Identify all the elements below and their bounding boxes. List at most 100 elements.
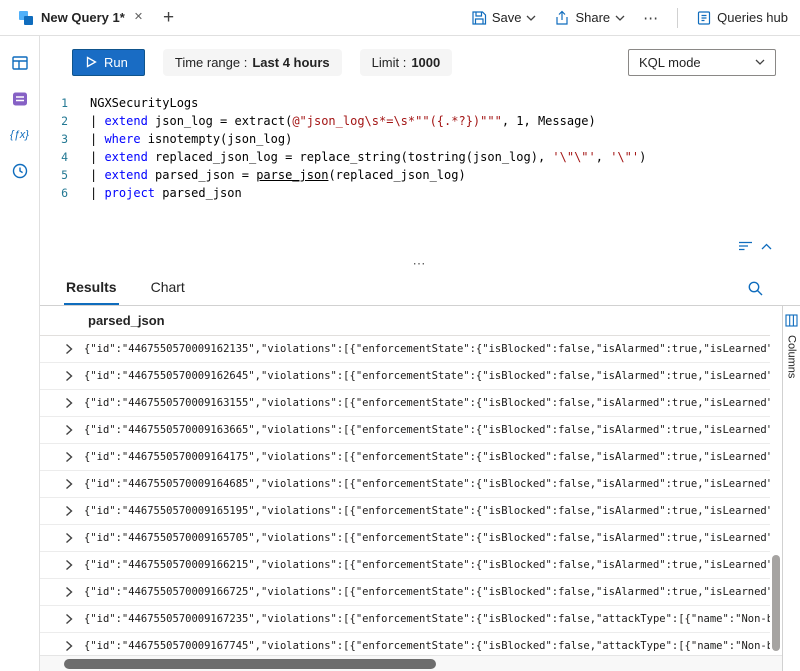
history-icon[interactable] bbox=[9, 160, 31, 182]
column-header-parsed-json[interactable]: parsed_json bbox=[88, 313, 165, 328]
functions-icon[interactable]: {ƒx} bbox=[9, 124, 31, 146]
row-json-value: {"id":"4467550570009162135","violations"… bbox=[84, 343, 770, 355]
time-range-picker[interactable]: Time range : Last 4 hours bbox=[163, 49, 342, 76]
line-number: 6 bbox=[40, 184, 68, 202]
query-tab-icon bbox=[18, 10, 34, 26]
query-editor[interactable]: 1 NGXSecurityLogs 2 | extend json_log = … bbox=[40, 84, 800, 236]
columns-icon bbox=[785, 314, 798, 327]
code-text: | extend replaced_json_log = replace_str… bbox=[68, 148, 646, 166]
share-button[interactable]: Share bbox=[554, 10, 625, 26]
table-row[interactable]: {"id":"4467550570009162645","violations"… bbox=[40, 363, 770, 390]
main-panel: Run Time range : Last 4 hours Limit : 10… bbox=[40, 36, 800, 671]
editor-lines: 1 NGXSecurityLogs 2 | extend json_log = … bbox=[40, 94, 800, 202]
line-number: 4 bbox=[40, 148, 68, 166]
row-json-value: {"id":"4467550570009165195","violations"… bbox=[84, 505, 770, 517]
expand-chevron-icon[interactable] bbox=[65, 640, 73, 652]
limit-value: 1000 bbox=[411, 55, 440, 70]
table-row[interactable]: {"id":"4467550570009163155","violations"… bbox=[40, 390, 770, 417]
queries-hub-button[interactable]: Queries hub bbox=[696, 10, 788, 26]
close-tab-icon[interactable]: ✕ bbox=[134, 12, 143, 23]
code-text: | project parsed_json bbox=[68, 184, 242, 202]
tab-title: New Query 1* bbox=[41, 10, 125, 25]
expand-chevron-icon[interactable] bbox=[65, 451, 73, 463]
app-body: {ƒx} Run Time range : Last 4 hours Limit… bbox=[0, 36, 800, 671]
line-number: 1 bbox=[40, 94, 68, 112]
divider bbox=[677, 8, 678, 28]
table-row[interactable]: {"id":"4467550570009163665","violations"… bbox=[40, 417, 770, 444]
play-icon bbox=[86, 56, 97, 68]
chevron-down-icon bbox=[755, 59, 765, 65]
left-rail: {ƒx} bbox=[0, 36, 40, 671]
code-line[interactable]: 4 | extend replaced_json_log = replace_s… bbox=[40, 148, 800, 166]
expand-chevron-icon[interactable] bbox=[65, 505, 73, 517]
time-range-label: Time range : bbox=[175, 55, 248, 70]
expand-chevron-icon[interactable] bbox=[65, 370, 73, 382]
code-line[interactable]: 6 | project parsed_json bbox=[40, 184, 800, 202]
expand-chevron-icon[interactable] bbox=[65, 559, 73, 571]
query-tab[interactable]: New Query 1* ✕ bbox=[8, 0, 153, 35]
expand-chevron-icon[interactable] bbox=[65, 532, 73, 544]
table-row[interactable]: {"id":"4467550570009166215","violations"… bbox=[40, 552, 770, 579]
code-line[interactable]: 1 NGXSecurityLogs bbox=[40, 94, 800, 112]
new-tab-button[interactable]: + bbox=[153, 7, 184, 29]
row-json-value: {"id":"4467550570009164175","violations"… bbox=[84, 451, 770, 463]
expand-chevron-icon[interactable] bbox=[65, 424, 73, 436]
collapse-editor-icon[interactable] bbox=[738, 239, 753, 253]
row-json-value: {"id":"4467550570009167235","violations"… bbox=[84, 613, 770, 625]
row-json-value: {"id":"4467550570009167745","violations"… bbox=[84, 640, 770, 652]
results-grid: {"id":"4467550570009162135","violations"… bbox=[40, 336, 770, 655]
more-options-button[interactable]: ⋯ bbox=[643, 9, 659, 27]
table-row[interactable]: {"id":"4467550570009165195","violations"… bbox=[40, 498, 770, 525]
save-icon bbox=[471, 10, 487, 26]
expand-chevron-icon[interactable] bbox=[65, 586, 73, 598]
header-actions: Save Share ⋯ Queries hub bbox=[471, 8, 800, 28]
expand-chevron-icon[interactable] bbox=[65, 613, 73, 625]
vertical-scrollbar[interactable] bbox=[770, 336, 782, 655]
limit-picker[interactable]: Limit : 1000 bbox=[360, 49, 453, 76]
code-text: | where isnotempty(json_log) bbox=[68, 130, 292, 148]
line-number: 2 bbox=[40, 112, 68, 130]
row-json-value: {"id":"4467550570009162645","violations"… bbox=[84, 370, 770, 382]
vertical-scrollbar-thumb[interactable] bbox=[772, 555, 780, 651]
tables-icon[interactable] bbox=[9, 52, 31, 74]
row-json-value: {"id":"4467550570009163665","violations"… bbox=[84, 424, 770, 436]
code-text: NGXSecurityLogs bbox=[68, 94, 198, 112]
table-row[interactable]: {"id":"4467550570009166725","violations"… bbox=[40, 579, 770, 606]
kql-mode-dropdown[interactable]: KQL mode bbox=[628, 49, 776, 76]
columns-pane-toggle[interactable]: Columns bbox=[782, 306, 800, 671]
column-header-row[interactable]: parsed_json bbox=[40, 306, 770, 336]
table-row[interactable]: {"id":"4467550570009162135","violations"… bbox=[40, 336, 770, 363]
table-row[interactable]: {"id":"4467550570009164685","violations"… bbox=[40, 471, 770, 498]
chevron-up-icon[interactable] bbox=[761, 243, 772, 250]
code-line[interactable]: 3 | where isnotempty(json_log) bbox=[40, 130, 800, 148]
horizontal-scrollbar-thumb[interactable] bbox=[64, 659, 436, 669]
horizontal-scrollbar[interactable] bbox=[40, 655, 782, 671]
data-connection-icon[interactable] bbox=[9, 88, 31, 110]
tab-chart[interactable]: Chart bbox=[149, 272, 187, 305]
row-json-value: {"id":"4467550570009165705","violations"… bbox=[84, 532, 770, 544]
run-button[interactable]: Run bbox=[72, 49, 145, 76]
panel-resize-handle[interactable]: ⋯ bbox=[40, 256, 800, 272]
tab-bar: New Query 1* ✕ + Save Share bbox=[0, 0, 800, 36]
row-json-value: {"id":"4467550570009163155","violations"… bbox=[84, 397, 770, 409]
code-line[interactable]: 5 | extend parsed_json = parse_json(repl… bbox=[40, 166, 800, 184]
search-icon[interactable] bbox=[747, 280, 764, 297]
expand-chevron-icon[interactable] bbox=[65, 343, 73, 355]
table-row[interactable]: {"id":"4467550570009167745","violations"… bbox=[40, 633, 770, 655]
queries-hub-icon bbox=[696, 10, 712, 26]
editor-tools bbox=[40, 236, 800, 256]
limit-label: Limit : bbox=[372, 55, 407, 70]
line-number: 3 bbox=[40, 130, 68, 148]
save-button[interactable]: Save bbox=[471, 10, 537, 26]
code-text: | extend json_log = extract(@"json_log\s… bbox=[68, 112, 596, 130]
tab-results[interactable]: Results bbox=[64, 272, 119, 305]
table-row[interactable]: {"id":"4467550570009167235","violations"… bbox=[40, 606, 770, 633]
code-line[interactable]: 2 | extend json_log = extract(@"json_log… bbox=[40, 112, 800, 130]
results-tabbar: Results Chart bbox=[40, 272, 800, 306]
expand-chevron-icon[interactable] bbox=[65, 397, 73, 409]
share-icon bbox=[554, 10, 570, 26]
table-row[interactable]: {"id":"4467550570009165705","violations"… bbox=[40, 525, 770, 552]
expand-chevron-icon[interactable] bbox=[65, 478, 73, 490]
results-panel: Results Chart parsed_json {"id":"4467550… bbox=[40, 272, 800, 671]
table-row[interactable]: {"id":"4467550570009164175","violations"… bbox=[40, 444, 770, 471]
